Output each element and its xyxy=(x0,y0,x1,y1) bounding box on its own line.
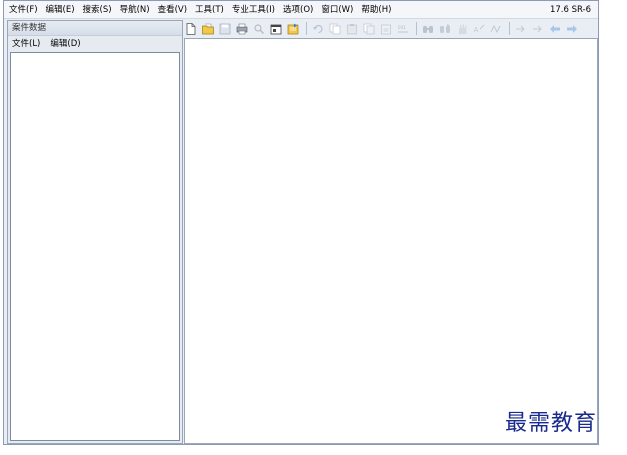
toolbar-separator xyxy=(306,22,307,35)
print-icon[interactable] xyxy=(236,23,248,35)
menu-file[interactable]: 文件(F) xyxy=(9,1,38,19)
find-hand-icon[interactable] xyxy=(456,23,468,35)
menu-edit[interactable]: 编辑(E) xyxy=(46,1,75,19)
goto-start-icon[interactable] xyxy=(515,23,527,35)
find-regex-icon[interactable] xyxy=(490,23,502,35)
back-icon[interactable] xyxy=(549,23,561,35)
copy-icon[interactable] xyxy=(329,23,341,35)
menu-window[interactable]: 窗口(W) xyxy=(321,1,353,19)
menu-pro-tools[interactable]: 专业工具(I) xyxy=(232,1,275,19)
version-label: 17.6 SR-6 xyxy=(549,5,591,15)
case-data-panel: 案件数据 文件(L) 编辑(D) xyxy=(7,20,183,444)
new-file-icon[interactable] xyxy=(185,22,197,35)
menu-view[interactable]: 查看(V) xyxy=(158,1,187,19)
panel-menu-file[interactable]: 文件(L) xyxy=(12,37,40,49)
forward-icon[interactable] xyxy=(566,23,578,35)
export-icon[interactable] xyxy=(287,23,299,35)
menu-options[interactable]: 选项(O) xyxy=(283,1,313,19)
toolbar-separator xyxy=(509,22,510,35)
main-toolbar: 101 A xyxy=(185,20,596,37)
app-window: 文件(F) 编辑(E) 搜索(S) 导航(N) 查看(V) 工具(T) 专业工具… xyxy=(3,0,599,445)
properties-icon[interactable] xyxy=(270,23,282,35)
menu-bar: 文件(F) 编辑(E) 搜索(S) 导航(N) 查看(V) 工具(T) 专业工具… xyxy=(4,1,598,19)
menu-navigate[interactable]: 导航(N) xyxy=(120,1,150,19)
menu-tools[interactable]: 工具(T) xyxy=(195,1,224,19)
find-text-icon[interactable]: A xyxy=(473,23,485,35)
menu-help[interactable]: 帮助(H) xyxy=(361,1,391,19)
panel-menu: 文件(L) 编辑(D) xyxy=(8,36,182,50)
main-workspace[interactable] xyxy=(184,38,598,444)
case-tree-view[interactable] xyxy=(10,52,180,441)
panel-menu-edit[interactable]: 编辑(D) xyxy=(50,37,80,49)
menu-search[interactable]: 搜索(S) xyxy=(83,1,112,19)
goto-end-icon[interactable] xyxy=(532,23,544,35)
search-icon[interactable] xyxy=(253,23,265,35)
panel-title: 案件数据 xyxy=(8,21,182,36)
svg-text:101: 101 xyxy=(398,25,407,31)
svg-text:A: A xyxy=(474,26,479,34)
find-icon[interactable] xyxy=(422,23,434,35)
undo-icon[interactable] xyxy=(312,23,324,35)
toolbar-separator xyxy=(416,22,417,35)
hex-icon[interactable]: 101 xyxy=(397,23,409,35)
paste-special-icon[interactable] xyxy=(380,23,392,35)
paste-icon[interactable] xyxy=(346,23,358,35)
open-folder-icon[interactable] xyxy=(202,23,214,35)
watermark-text: 最需教育 xyxy=(505,411,598,436)
save-icon[interactable] xyxy=(219,23,231,35)
find-next-icon[interactable] xyxy=(439,23,451,35)
copy-special-icon[interactable] xyxy=(363,23,375,35)
